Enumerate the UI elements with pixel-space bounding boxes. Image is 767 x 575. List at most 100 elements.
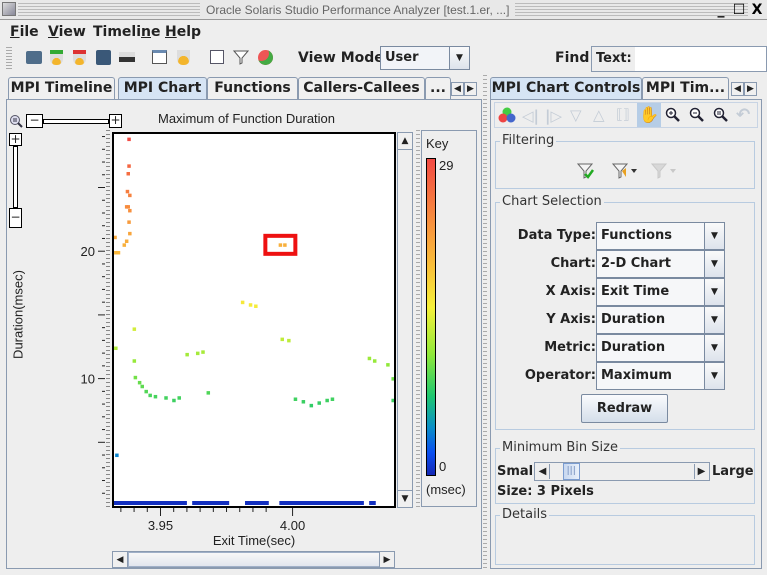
bin-size-slider[interactable]: ◀ ||| ▶ [534, 462, 710, 481]
data-bin[interactable] [195, 351, 200, 356]
field-combo[interactable]: Exit Time ▼ [596, 278, 725, 306]
data-bin[interactable] [317, 401, 321, 405]
field-combo[interactable]: Functions ▼ [596, 222, 725, 250]
data-bin[interactable] [114, 235, 117, 240]
baseline-bin[interactable] [114, 501, 187, 505]
chevron-down-icon[interactable]: ▼ [704, 251, 724, 277]
open-experiment-icon[interactable] [24, 47, 44, 67]
apply-filter-icon[interactable] [576, 163, 595, 183]
tab-callers-callees[interactable]: Callers-Callees [298, 77, 425, 99]
maximize-button[interactable]: ☐ [731, 1, 747, 19]
data-bin[interactable] [144, 389, 148, 394]
data-bin[interactable] [128, 193, 132, 198]
data-bin[interactable] [114, 346, 118, 351]
data-bin[interactable] [283, 243, 287, 247]
data-bin[interactable] [206, 391, 211, 395]
data-bin[interactable] [124, 239, 129, 244]
zoom-in-icon[interactable] [665, 107, 681, 127]
remove-filter-icon[interactable] [650, 163, 677, 183]
data-bin[interactable] [280, 337, 285, 342]
data-bin[interactable] [301, 400, 306, 404]
data-bin[interactable] [372, 359, 377, 363]
tab-functions[interactable]: Functions [207, 77, 298, 99]
data-bin[interactable] [172, 398, 176, 403]
baseline-bin[interactable] [279, 501, 364, 505]
menu-view[interactable]: View [48, 24, 86, 40]
data-bin[interactable] [201, 350, 205, 354]
slider-thumb[interactable]: ||| [562, 463, 580, 480]
drop-experiment-icon[interactable] [69, 47, 89, 67]
settings-icon[interactable] [207, 47, 227, 67]
chevron-down-icon[interactable]: ▼ [449, 47, 469, 69]
undo-icon[interactable]: ↶ [736, 105, 750, 125]
data-bin[interactable] [125, 189, 130, 194]
data-bin[interactable] [133, 375, 138, 380]
data-bin[interactable] [132, 359, 137, 363]
baseline-bin[interactable] [245, 501, 269, 505]
plot-horizontal-scrollbar[interactable]: ◀ ▶ [112, 551, 395, 568]
data-bin[interactable] [126, 171, 131, 176]
filter-menu-icon[interactable] [611, 163, 638, 183]
baseline-bin[interactable] [192, 501, 230, 505]
add-experiment-icon[interactable] [46, 47, 66, 67]
menu-help[interactable]: Help [165, 24, 201, 40]
x-zoom-in-button[interactable]: + [109, 114, 122, 128]
chevron-down-icon[interactable]: ▼ [704, 335, 724, 361]
field-combo[interactable]: Duration ▼ [596, 334, 725, 362]
new-window-icon[interactable] [149, 47, 169, 67]
field-combo[interactable]: Duration ▼ [596, 306, 725, 334]
data-bin[interactable] [185, 352, 189, 357]
data-bin[interactable] [128, 208, 132, 213]
data-bin[interactable] [122, 243, 127, 247]
close-button[interactable]: X [749, 1, 765, 19]
find-text-field[interactable]: Text: [591, 46, 767, 72]
menu-file[interactable]: File [10, 24, 39, 40]
data-bin[interactable] [128, 231, 132, 236]
data-bin[interactable] [140, 384, 145, 389]
show-hide-icon[interactable] [255, 47, 275, 67]
zoom-reset-icon[interactable] [9, 114, 23, 128]
plot-area[interactable] [112, 132, 396, 508]
tab-mpi-timeline[interactable]: MPI Timeline [8, 77, 115, 99]
x-zoom-slider[interactable] [43, 119, 109, 124]
data-bin[interactable] [137, 380, 142, 385]
baseline-bin[interactable] [369, 501, 376, 505]
data-bin[interactable] [164, 396, 168, 400]
tab-mpi-chart[interactable]: MPI Chart [118, 77, 207, 99]
y-zoom-in-button[interactable]: + [9, 133, 22, 146]
field-combo[interactable]: 2-D Chart ▼ [596, 250, 725, 278]
y-zoom-out-button[interactable]: − [9, 208, 22, 228]
data-bin[interactable] [153, 394, 158, 399]
data-bin[interactable] [254, 304, 258, 308]
view-mode-combo[interactable]: User ▼ [380, 46, 470, 70]
chevron-down-icon[interactable]: ▼ [704, 279, 724, 305]
up-icon[interactable]: △ [593, 106, 605, 124]
down-icon[interactable]: ▽ [570, 106, 582, 124]
data-bin[interactable] [367, 356, 372, 361]
scroll-up-icon[interactable]: ▲ [397, 132, 413, 150]
scroll-right-icon[interactable]: ▶ [379, 551, 395, 568]
tab-scroll-right-icon[interactable]: ▶ [464, 82, 477, 96]
forward-icon[interactable]: |▷ [545, 107, 562, 125]
data-bin[interactable] [132, 327, 137, 331]
print-icon[interactable] [117, 47, 137, 67]
data-bin[interactable] [126, 205, 131, 209]
panel-splitter[interactable] [483, 75, 487, 569]
data-bin[interactable] [177, 396, 181, 400]
data-bin[interactable] [330, 397, 335, 401]
data-bin[interactable] [116, 250, 121, 255]
field-combo[interactable]: Maximum ▼ [596, 362, 725, 390]
tab-mpi-chart-controls[interactable]: MPI Chart Controls [490, 77, 642, 99]
minimize-button[interactable]: _ [713, 1, 729, 19]
zoom-out-icon[interactable] [689, 107, 705, 127]
zoom-reset-icon[interactable] [713, 107, 729, 127]
close-window-icon[interactable] [173, 47, 193, 67]
data-bin[interactable] [127, 137, 131, 142]
filter-icon[interactable] [231, 47, 251, 67]
data-bin[interactable] [240, 300, 245, 305]
scroll-left-icon[interactable]: ◀ [112, 551, 128, 568]
x-zoom-out-button[interactable]: − [26, 114, 43, 128]
tab-mpi-timeline-controls[interactable]: MPI Tim... [642, 77, 729, 99]
pan-icon[interactable]: ✋ [637, 103, 661, 127]
right-tab-scroll-right-icon[interactable]: ▶ [744, 82, 757, 96]
